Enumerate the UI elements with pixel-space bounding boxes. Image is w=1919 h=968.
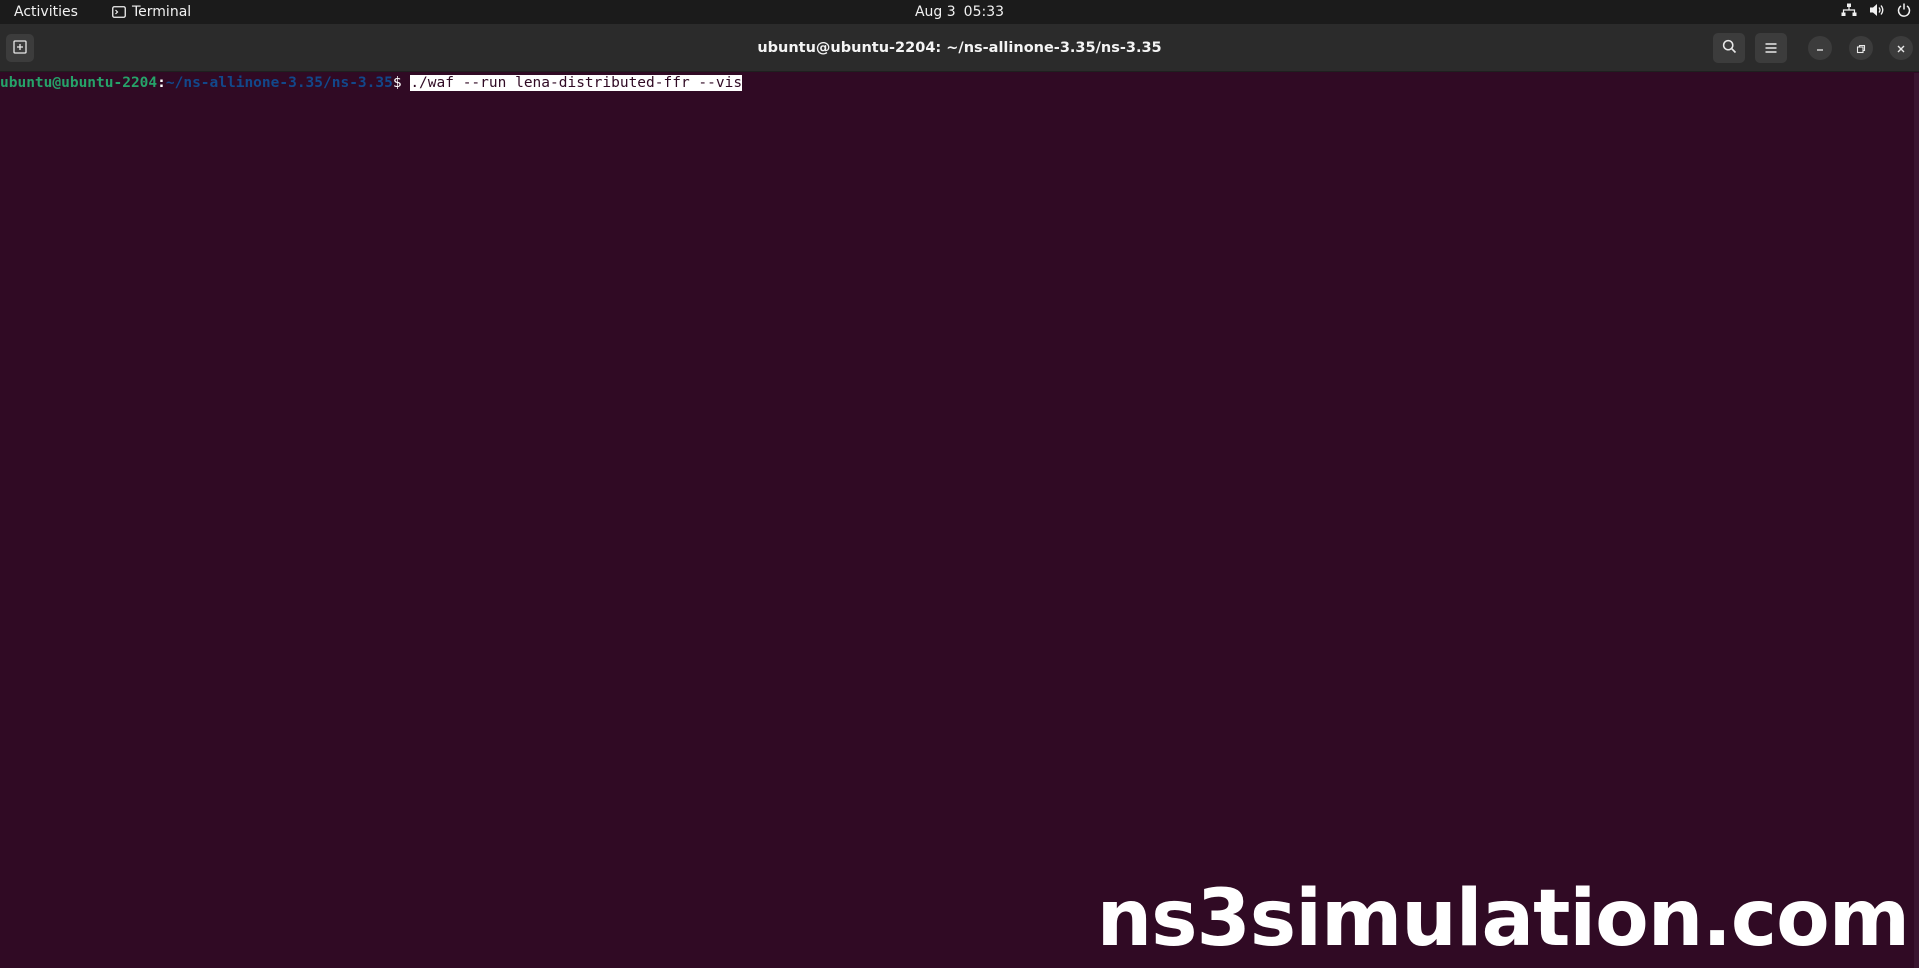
top-bar: Activities Terminal Aug 3 05:33 bbox=[0, 0, 1919, 24]
terminal-scrollbar[interactable] bbox=[1914, 73, 1919, 968]
power-icon[interactable] bbox=[1897, 3, 1911, 17]
close-icon bbox=[1896, 39, 1906, 58]
clock-date: Aug 3 bbox=[914, 4, 956, 20]
network-icon[interactable] bbox=[1841, 3, 1857, 17]
prompt-colon: : bbox=[157, 75, 166, 91]
search-icon bbox=[1722, 39, 1737, 58]
system-tray[interactable] bbox=[1841, 3, 1911, 17]
prompt-path: ~/ns-allinone-3.35/ns-3.35 bbox=[165, 75, 393, 91]
prompt-dollar: $ bbox=[392, 75, 411, 91]
close-button[interactable] bbox=[1889, 36, 1913, 60]
prompt-user: ubuntu@ubuntu-2204 bbox=[0, 75, 158, 91]
watermark-text: ns3simulation.com bbox=[1096, 874, 1910, 964]
terminal-prompt-line: ubuntu@ubuntu-2204:~/ns-allinone-3.35/ns… bbox=[0, 73, 743, 93]
volume-icon[interactable] bbox=[1869, 3, 1885, 17]
hamburger-menu-icon bbox=[1764, 39, 1778, 58]
terminal-output[interactable]: ubuntu@ubuntu-2204:~/ns-allinone-3.35/ns… bbox=[0, 73, 1914, 968]
clock-time: 05:33 bbox=[963, 4, 1005, 20]
search-button[interactable] bbox=[1713, 33, 1745, 63]
terminal-header-bar: ubuntu@ubuntu-2204: ~/ns-allinone-3.35/n… bbox=[0, 24, 1919, 72]
clock[interactable]: Aug 3 05:33 bbox=[0, 2, 1919, 22]
maximize-icon bbox=[1856, 39, 1866, 58]
minimize-icon bbox=[1815, 39, 1825, 58]
maximize-button[interactable] bbox=[1849, 36, 1873, 60]
minimize-button[interactable] bbox=[1808, 36, 1832, 60]
main-menu-button[interactable] bbox=[1755, 33, 1787, 63]
window-title: ubuntu@ubuntu-2204: ~/ns-allinone-3.35/n… bbox=[757, 40, 1162, 56]
command-text[interactable]: ./waf --run lena-distributed-ffr --vis bbox=[410, 75, 743, 91]
